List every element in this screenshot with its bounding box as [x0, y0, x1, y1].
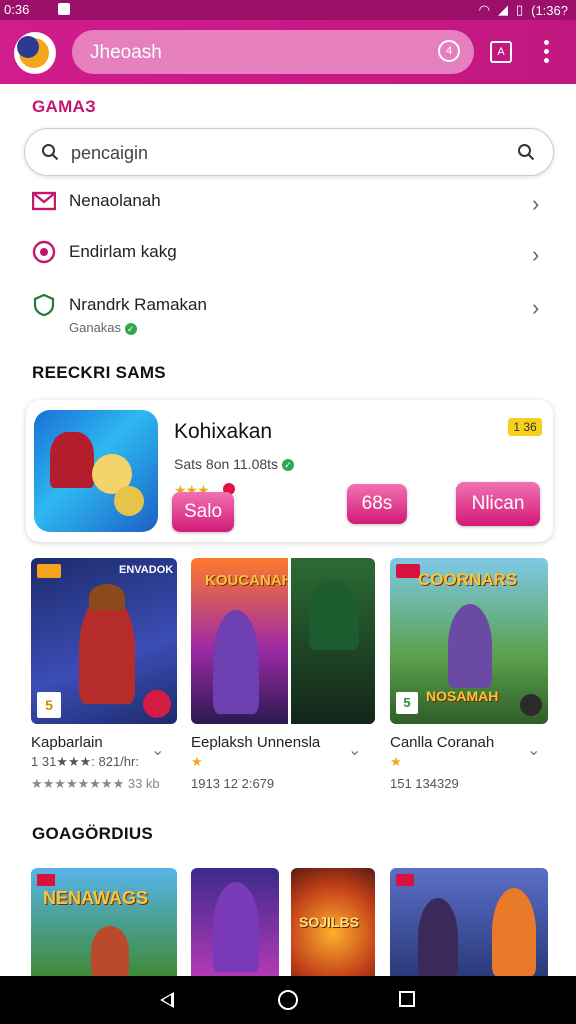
tile-banner: NENAWAGS [43, 888, 149, 908]
chevron-right-icon: › [532, 242, 540, 267]
status-bar: 0:36 ◠ ◢ ▯ (1:36? [0, 0, 576, 20]
tile-corner-icon [520, 694, 542, 716]
mail-icon [32, 191, 56, 211]
status-right-text: (1:36? [531, 2, 568, 18]
install-button[interactable]: Nlican [456, 482, 540, 526]
tile-character [213, 882, 259, 972]
wifi-icon: ◠ [478, 2, 490, 17]
account-icon[interactable]: A [490, 41, 512, 63]
tile-banner: SOJILBS [299, 914, 359, 930]
featured-game-meta: Sats 8on 11.08ts ✓ [174, 456, 294, 472]
game-tile-name: Eeplaksh Unnensla [191, 734, 321, 751]
game-tile-2[interactable]: COORNARS NOSAMAH 5 [390, 558, 548, 724]
chevron-right-icon: › [532, 295, 540, 320]
tile-rating-badge: 5 [396, 692, 418, 714]
search-input-value: pencaigin [71, 143, 149, 163]
menu-item-label: Nenaolanah [69, 191, 161, 210]
tile-banner: ENVADOK [119, 564, 174, 576]
top-search-bar[interactable]: Jheoash 4 [72, 30, 474, 74]
tile-tag [396, 874, 414, 886]
tile-character-2 [492, 888, 536, 976]
chevron-right-icon: › [532, 191, 540, 216]
logo-shape-blue [17, 36, 39, 58]
goago-section-title: GOAGÖRDIUS [32, 824, 154, 843]
tile-character-hat [89, 584, 125, 610]
game-tile-info: ★ [390, 754, 402, 769]
games-section-title: GAMAЗ [32, 97, 97, 116]
game-tile-5[interactable]: SOJILBS [291, 868, 375, 976]
tile-rating-badge: 5 [37, 692, 61, 718]
signal-icon: ◢ [497, 2, 508, 17]
menu-item-sub: Ganakas ✓ [69, 320, 137, 335]
game-tile-3[interactable]: NENAWAGS [31, 868, 177, 976]
back-icon[interactable] [160, 992, 174, 1008]
search-submit-icon[interactable] [517, 143, 535, 161]
top-search-text: Jheoash [90, 42, 162, 63]
tile-tag [396, 564, 420, 578]
game-tile-info-2: ★★★★★★★★ 33 kb [31, 776, 160, 791]
tile-tag [37, 874, 55, 886]
menu-item-1[interactable]: Endirlam kakg › [0, 240, 576, 290]
tile-sub-banner: NOSAMAH [426, 688, 499, 704]
tile-corner-icon [143, 690, 171, 718]
tile-character [448, 604, 492, 688]
status-time: 0:36 [4, 2, 30, 17]
app-logo[interactable] [14, 32, 56, 74]
game-tile-name: Kapbarlain [31, 734, 103, 751]
game-tile-info: 1 31★★★: 821/hr: [31, 754, 139, 769]
game-tile-0[interactable]: ENVADOK 5 [31, 558, 177, 724]
tile-banner: COORNARS [418, 570, 518, 589]
menu-item-0[interactable]: Nenaolanah › [0, 189, 576, 239]
featured-game-art [34, 410, 158, 532]
tile-character [418, 898, 458, 976]
price-button[interactable]: 68s [347, 484, 407, 524]
chevron-down-icon[interactable]: ⌄ [348, 740, 361, 760]
menu-item-label: Nrandrk Ramakan [69, 295, 207, 314]
verified-icon: ✓ [281, 459, 294, 472]
sale-button[interactable]: Salo [172, 492, 234, 532]
search-input[interactable]: pencaigin [24, 128, 554, 176]
top-search-icon[interactable]: 4 [438, 40, 460, 62]
tile-banner: KOUCANAH [205, 572, 293, 589]
emblem-icon [32, 240, 56, 264]
game-tile-info: ★ [191, 754, 203, 769]
battery-icon: ▯ [515, 2, 524, 17]
game-tile-info-2: 151 134329 [390, 776, 459, 791]
game-tile-4[interactable] [191, 868, 279, 976]
game-tile-name: Canlla Coranah [390, 734, 495, 751]
chevron-down-icon[interactable]: ⌄ [527, 740, 540, 760]
featured-game-card[interactable]: Kohixakan Sats 8on 11.08ts ✓ 1 36 ★★★ Sa… [26, 400, 553, 542]
tile-character [91, 926, 129, 976]
featured-game-title: Kohixakan [174, 420, 273, 443]
search-icon [42, 144, 59, 161]
tile-character [213, 610, 259, 714]
navigation-bar [0, 976, 576, 1024]
game-tile-info-2: 1913 12 2:679 [191, 776, 275, 791]
verified-icon: ✓ [124, 322, 137, 335]
recommended-section-title: REECKRI SAMS [32, 363, 166, 382]
notification-icon [58, 3, 70, 15]
game-tile-1[interactable]: KOUCANAH [191, 558, 375, 724]
tile-tag [37, 564, 61, 578]
recent-apps-icon[interactable] [399, 991, 415, 1007]
chevron-down-icon[interactable]: ⌄ [151, 740, 164, 760]
more-options-icon[interactable] [536, 40, 556, 66]
status-icons: ◠ ◢ ▯ (1:36? [479, 2, 568, 18]
tile-character [79, 594, 135, 704]
shield-icon [33, 293, 55, 317]
home-icon[interactable] [278, 990, 298, 1010]
menu-item-label: Endirlam kakg [69, 242, 177, 261]
tile-character-2 [309, 580, 359, 650]
game-tile-6[interactable] [390, 868, 548, 976]
menu-item-2[interactable]: Nrandrk Ramakan Ganakas ✓ › [0, 293, 576, 343]
featured-game-badge: 1 36 [508, 418, 542, 436]
app-bar: Jheoash 4 A [0, 20, 576, 84]
